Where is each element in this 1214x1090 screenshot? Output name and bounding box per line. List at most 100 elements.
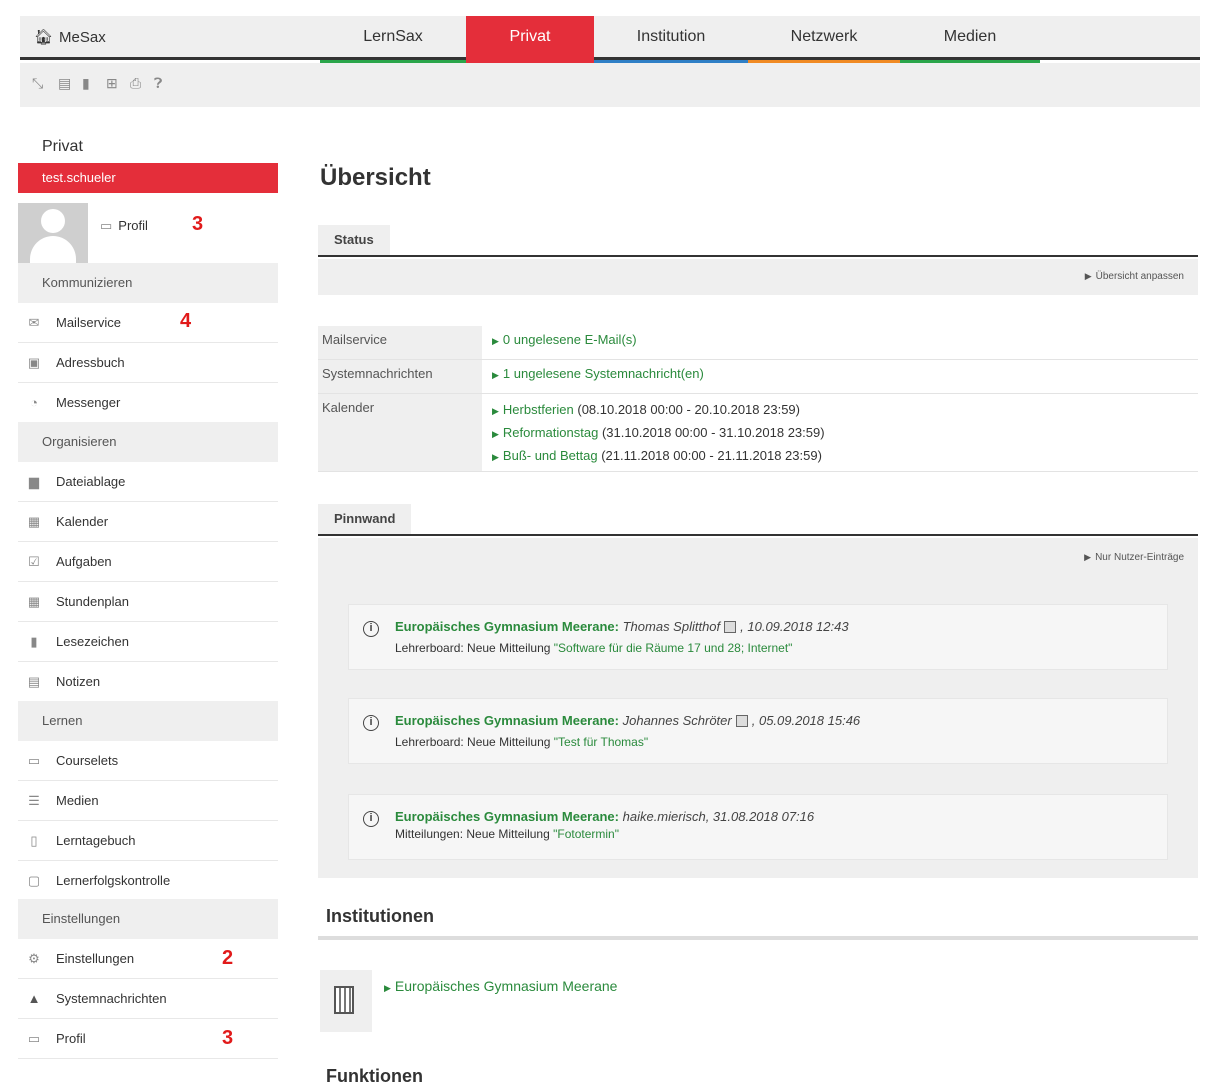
status-row-system: Systemnachrichten ▶ 1 ungelesene Systemna… [318,360,1198,394]
sidebar-item-dateiablage[interactable]: ▆ Dateiablage [18,462,278,502]
sidebar-user[interactable]: test.schueler [18,163,278,193]
entry-time: , 31.08.2018 07:16 [705,809,815,824]
export-icon[interactable]: ⊞ [106,75,118,92]
event-time: (08.10.2018 00:00 - 20.10.2018 23:59) [577,402,800,417]
event-time: (21.11.2018 00:00 - 21.11.2018 23:59) [601,448,822,463]
sidebar-item-label: Stundenplan [56,594,130,609]
tab-label: Privat [509,28,551,45]
sidebar-item-courselets[interactable]: ▭ Courselets [18,741,278,781]
sidebar-item-aufgaben[interactable]: ☑ Aufgaben [18,542,278,582]
tab-medien[interactable]: Medien [900,16,1040,63]
entry-author: haike.mierisch [622,809,706,824]
calendar-event[interactable]: ▶ Herbstferien (08.10.2018 00:00 - 20.10.… [492,402,825,425]
media-icon: ☰ [28,793,40,808]
annotation-number: 2 [222,947,234,969]
calendar-events: ▶ Herbstferien (08.10.2018 00:00 - 20.10.… [492,402,825,471]
tab-institution[interactable]: Institution [594,16,748,63]
sidebar-item-lesezeichen[interactable]: ▮ Lesezeichen [18,622,278,662]
warning-icon: ▲ [27,991,41,1006]
contact-card-icon[interactable] [724,621,737,633]
sidebar-item-mailservice[interactable]: ✉ Mailservice 4 [18,303,278,343]
sidebar-item-lernerfolgskontrolle[interactable]: ▢ Lernerfolgskontrolle [18,861,278,901]
pinnwand-entry: i Europäisches Gymnasium Meerane: Thomas… [348,604,1168,670]
sidebar-item-einstellungen[interactable]: ⚙ Einstellungen 2 [18,939,278,979]
calendar-event[interactable]: ▶ Buß- und Bettag (21.11.2018 00:00 - 21.… [492,448,825,471]
adjust-overview-link[interactable]: ▶ Übersicht anpassen [1085,271,1184,282]
calendar-icon: ▦ [27,514,41,529]
unread-mail-label: 0 ungelesene E-Mail(s) [502,332,637,347]
entry-message-link[interactable]: "Fototermin" [553,827,619,841]
help-icon[interactable]: ❓︎ [154,75,162,92]
entry-header: Europäisches Gymnasium Meerane: Thomas S… [395,619,849,634]
entry-message-link[interactable]: "Software für die Räume 17 und 28; Inter… [554,641,793,655]
user-entries-filter-label: Nur Nutzer-Einträge [1095,552,1184,563]
sidebar-item-medien[interactable]: ☰ Medien [18,781,278,821]
profile-link[interactable]: ▭ Profil [100,218,148,234]
entry-board: Lehrerboard: Neue Mitteilung [395,735,551,749]
pinnwand-tab: Pinnwand [318,504,412,534]
sidebar-item-kalender[interactable]: ▦ Kalender [18,502,278,542]
home-link[interactable]: 🏠︎ MeSax [34,28,106,46]
sidebar-item-label: Mailservice [56,315,122,330]
sidebar-item-notizen[interactable]: ▤ Notizen [18,662,278,702]
event-name: Buß- und Bettag [502,448,598,463]
entry-message-link[interactable]: "Test für Thomas" [554,735,648,749]
unread-mail-link[interactable]: ▶ 0 ungelesene E-Mail(s) [492,332,637,347]
tab-label: Institution [636,28,706,45]
status-row-mail: Mailservice ▶ 0 ungelesene E-Mail(s) [318,326,1198,360]
entry-org[interactable]: Europäisches Gymnasium Meerane: [395,619,619,634]
note-icon[interactable]: ▤ [58,75,71,92]
sidebar-item-label: Lerntagebuch [56,833,136,848]
note-icon: ▤ [27,674,41,689]
calendar-event[interactable]: ▶ Reformationstag (31.10.2018 00:00 - 31.… [492,425,825,448]
section-divider [318,936,1198,940]
institution-link[interactable]: ▶ Europäisches Gymnasium Meerane [384,978,617,994]
sidebar-item-adressbuch[interactable]: ▣ Adressbuch [18,343,278,383]
profile-link-label: Profil [118,218,148,233]
tab-lernsax[interactable]: LernSax [320,16,466,63]
sidebar-item-profil[interactable]: ▭ Profil 3 [18,1019,278,1059]
sidebar-profile-block: ▭ Profil 3 [18,193,278,263]
annotation-number: 3 [222,1027,234,1049]
sidebar-item-systemnachrichten[interactable]: ▲ Systemnachrichten [18,979,278,1019]
entry-org[interactable]: Europäisches Gymnasium Meerane: [395,809,619,824]
pinnwand-entry: i Europäisches Gymnasium Meerane: haike.… [348,794,1168,860]
entry-org[interactable]: Europäisches Gymnasium Meerane: [395,713,619,728]
tab-label: Netzwerk [790,28,858,45]
user-entries-filter-link[interactable]: ▶ Nur Nutzer-Einträge [1084,552,1184,563]
tab-netzwerk[interactable]: Netzwerk [748,16,900,63]
sidebar-item-label: Aufgaben [56,554,112,569]
contact-card-icon[interactable] [735,715,748,727]
sidebar-item-label: Notizen [56,674,101,689]
sidebar-item-lerntagebuch[interactable]: ▯ Lerntagebuch [18,821,278,861]
tab-privat[interactable]: Privat [466,16,594,63]
clipboard-icon: ▢ [27,873,41,888]
pinnwand-panel: ▶ Nur Nutzer-Einträge i Europäisches Gymn… [318,538,1198,878]
path-icon[interactable]: ⤡ [32,75,43,92]
profile-card-icon: ▭ [100,218,113,233]
institutions-heading: Institutionen [326,906,434,926]
top-navigation: 🏠︎ MeSax LernSax Privat Institution Netzw… [20,16,1200,63]
bookmark-icon[interactable]: ▮ [82,75,90,92]
status-key: Systemnachrichten [318,360,482,393]
addressbook-icon: ▣ [27,355,41,370]
sidebar-item-label: Dateiablage [56,474,126,489]
info-icon: i [363,621,379,637]
tab-label: Medien [943,28,997,45]
info-icon: i [363,811,379,827]
sidebar-item-label: Medien [56,793,99,808]
sidebar-item-messenger[interactable]: ◔ Messenger [18,383,278,423]
section-kommunizieren: Kommunizieren [18,263,278,303]
home-label: MeSax [59,29,106,46]
entry-author: Thomas Splitthof [622,619,721,634]
sidebar-item-label: Kalender [56,514,109,529]
avatar[interactable] [18,203,88,263]
section-organisieren: Organisieren [18,422,278,462]
sidebar-item-label: Lesezeichen [56,634,129,649]
unread-system-link[interactable]: ▶ 1 ungelesene Systemnachricht(en) [492,366,704,381]
envelope-icon: ✉ [28,315,40,330]
sidebar-item-stundenplan[interactable]: ▦ Stundenplan [18,582,278,622]
print-icon[interactable]: ⎙ [130,75,141,92]
gear-icon: ⚙ [28,951,40,966]
timetable-icon: ▦ [27,594,41,609]
